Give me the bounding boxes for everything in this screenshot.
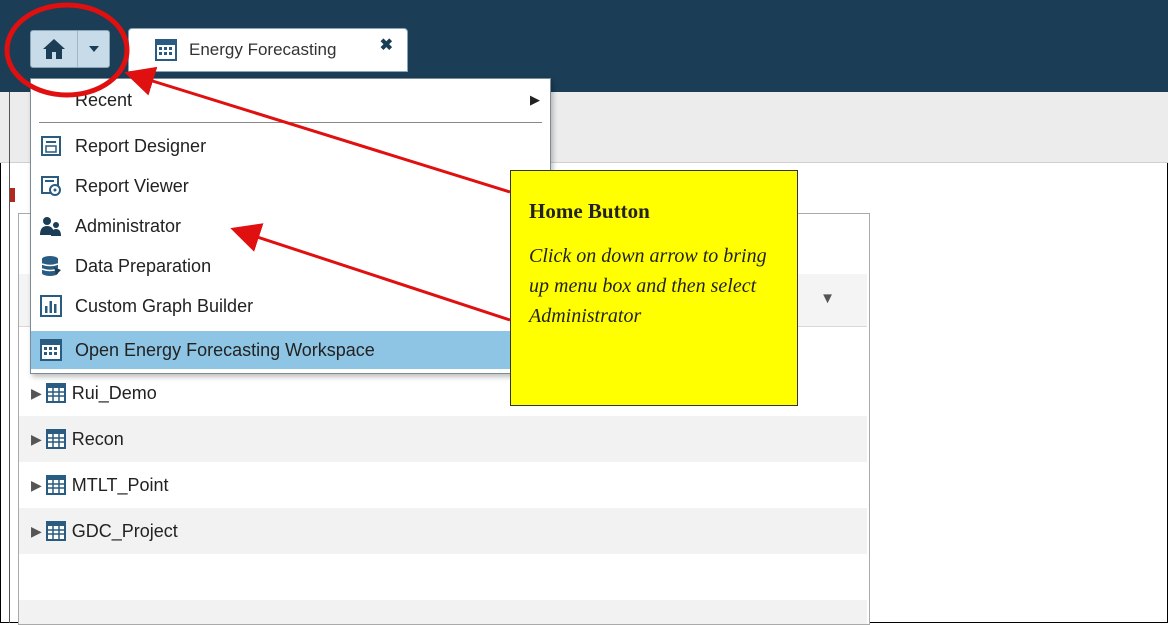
workspace-icon: [45, 429, 66, 449]
home-button[interactable]: [31, 31, 78, 67]
menu-item-label: Recent: [75, 89, 133, 110]
menu-item-data-preparation[interactable]: Data Preparation: [31, 247, 550, 285]
workspace-icon: [45, 475, 66, 495]
graph-builder-icon: [39, 294, 63, 318]
expand-icon[interactable]: ▶: [31, 477, 42, 494]
x-icon[interactable]: ✖: [380, 35, 393, 55]
tree-item-label: MTLT_Point: [71, 474, 169, 495]
tree-empty-row: [19, 600, 867, 624]
content-left-border: [9, 92, 10, 623]
menu-divider: [39, 122, 542, 123]
home-button-group: [30, 30, 110, 68]
home-dropdown-menu: Recent ▶ Report Designer Report Viewer A…: [30, 78, 551, 374]
home-dropdown-button[interactable]: [78, 31, 109, 67]
tree-item-label: Rui_Demo: [71, 382, 157, 403]
menu-item-label: Data Preparation: [75, 255, 212, 276]
data-prep-icon: [39, 254, 63, 278]
chevron-down-icon[interactable]: ▼: [820, 290, 835, 307]
menu-item-report-viewer[interactable]: Report Viewer: [31, 167, 550, 205]
tree-item-label: GDC_Project: [71, 520, 178, 541]
tree-item[interactable]: ▶ GDC_Project: [19, 508, 867, 554]
menu-item-recent[interactable]: Recent ▶: [31, 81, 550, 119]
menu-item-administrator[interactable]: Administrator: [31, 207, 550, 245]
menu-item-label: Report Viewer: [75, 175, 189, 196]
menu-item-custom-graph-builder[interactable]: Custom Graph Builder: [31, 287, 550, 325]
expand-icon[interactable]: ▶: [31, 431, 42, 448]
chevron-down-icon: [88, 46, 99, 52]
workspace-icon: [39, 338, 63, 362]
menu-item-report-designer[interactable]: Report Designer: [31, 127, 550, 165]
expand-icon[interactable]: ▶: [31, 523, 42, 540]
callout-title: Home Button: [529, 199, 650, 223]
accent-marker: [10, 188, 15, 202]
tab-energy-forecasting[interactable]: Energy Forecasting ✖: [128, 28, 408, 72]
menu-item-label: Administrator: [75, 215, 182, 236]
tab-label: Energy Forecasting: [189, 40, 337, 59]
workspace-icon: [45, 383, 66, 403]
report-viewer-icon: [39, 174, 63, 198]
chevron-right-icon: ▶: [530, 92, 540, 107]
callout-body: Click on down arrow to bring up menu box…: [529, 245, 767, 327]
menu-item-open-workspace[interactable]: Open Energy Forecasting Workspace: [31, 331, 550, 369]
admin-users-icon: [39, 214, 63, 238]
report-designer-icon: [39, 134, 63, 158]
menu-item-label: Report Designer: [75, 135, 207, 156]
tree-item-label: Recon: [71, 428, 124, 449]
tree-item[interactable]: ▶ MTLT_Point: [19, 462, 867, 508]
annotation-callout: Home Button Click on down arrow to bring…: [510, 170, 798, 406]
workspace-icon: [45, 521, 66, 541]
tree-item[interactable]: ▶ Recon: [19, 416, 867, 462]
expand-icon[interactable]: ▶: [31, 385, 42, 402]
menu-item-label: Custom Graph Builder: [75, 295, 254, 316]
home-icon: [43, 39, 65, 59]
tree-empty-row: [19, 554, 867, 600]
menu-item-label: Open Energy Forecasting Workspace: [75, 339, 375, 360]
workspace-icon: [155, 39, 177, 61]
